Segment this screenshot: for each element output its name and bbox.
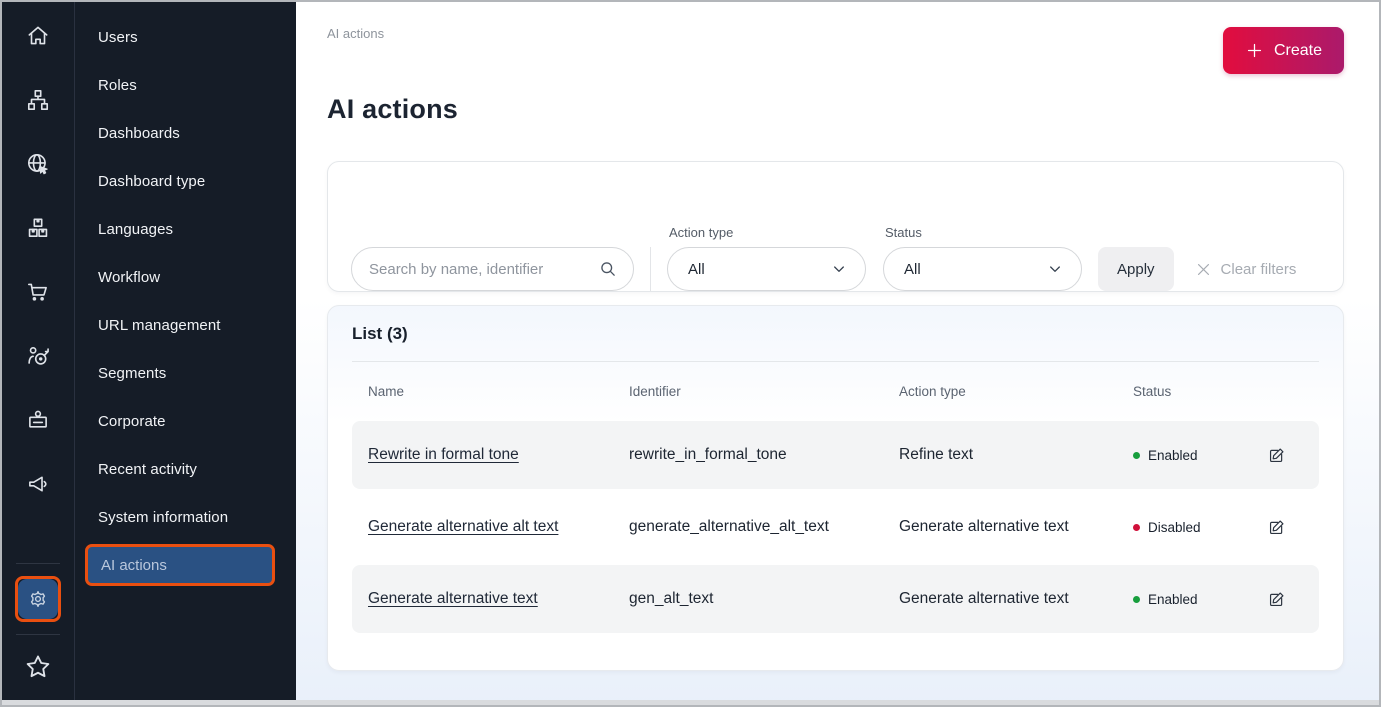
status-label: Disabled bbox=[1148, 520, 1201, 535]
close-icon bbox=[1195, 261, 1212, 278]
status-label: Status bbox=[883, 225, 1082, 240]
status-group: Status All bbox=[883, 225, 1082, 291]
sidebar-item-workflow[interactable]: Workflow bbox=[75, 253, 296, 301]
rail-bottom-section bbox=[2, 557, 74, 705]
action-type-group: Action type All bbox=[667, 225, 866, 291]
edit-icon[interactable] bbox=[1265, 444, 1288, 467]
row-identifier: rewrite_in_formal_tone bbox=[629, 446, 899, 464]
persona-target-icon[interactable] bbox=[2, 324, 74, 388]
sidebar-item-url-management[interactable]: URL management bbox=[75, 301, 296, 349]
sidebar-item-recent-activity[interactable]: Recent activity bbox=[75, 445, 296, 493]
table-header-row: Name Identifier Action type Status bbox=[352, 362, 1319, 421]
sidebar-item-system-information[interactable]: System information bbox=[75, 493, 296, 541]
apply-button[interactable]: Apply bbox=[1098, 247, 1174, 291]
cart-icon[interactable] bbox=[2, 260, 74, 324]
gear-icon[interactable] bbox=[18, 579, 58, 619]
row-identifier: gen_alt_text bbox=[629, 590, 899, 608]
star-icon[interactable] bbox=[23, 641, 53, 693]
edit-icon[interactable] bbox=[1265, 588, 1288, 611]
search-icon[interactable] bbox=[598, 259, 618, 279]
plus-icon bbox=[1245, 41, 1264, 60]
column-header-action-type: Action type bbox=[899, 384, 1133, 399]
action-type-select[interactable]: All bbox=[667, 247, 866, 291]
icon-rail bbox=[2, 2, 75, 705]
status-select[interactable]: All bbox=[883, 247, 1082, 291]
table-row: Generate alternative text gen_alt_text G… bbox=[352, 565, 1319, 633]
rail-divider bbox=[16, 634, 60, 635]
gear-highlight-annotation bbox=[15, 576, 61, 622]
megaphone-icon[interactable] bbox=[2, 452, 74, 516]
edit-icon[interactable] bbox=[1265, 516, 1288, 539]
status-label: Enabled bbox=[1148, 592, 1198, 607]
column-header-identifier: Identifier bbox=[629, 384, 899, 399]
home-icon[interactable] bbox=[2, 4, 74, 68]
status-dot bbox=[1133, 524, 1140, 531]
table-body: Rewrite in formal tone rewrite_in_formal… bbox=[352, 421, 1319, 633]
row-name-link[interactable]: Rewrite in formal tone bbox=[368, 446, 519, 463]
clear-filters-button[interactable]: Clear filters bbox=[1187, 247, 1305, 291]
status-badge: Enabled bbox=[1133, 448, 1253, 463]
action-type-label: Action type bbox=[667, 225, 866, 240]
sidebar-item-users[interactable]: Users bbox=[75, 13, 296, 61]
row-identifier: generate_alternative_alt_text bbox=[629, 518, 899, 536]
window-bottom-edge bbox=[2, 700, 1379, 705]
column-header-status: Status bbox=[1133, 384, 1253, 399]
globe-cursor-icon[interactable] bbox=[2, 132, 74, 196]
sitemap-icon[interactable] bbox=[2, 68, 74, 132]
boxes-icon[interactable] bbox=[2, 196, 74, 260]
list-panel: List (3) Name Identifier Action type Sta… bbox=[327, 305, 1344, 671]
main-content: AI actions Create AI actions Action type… bbox=[296, 2, 1379, 705]
filter-divider bbox=[650, 247, 651, 291]
action-type-value: All bbox=[688, 261, 705, 278]
page-title: AI actions bbox=[327, 94, 1344, 125]
status-dot bbox=[1133, 452, 1140, 459]
clear-filters-label: Clear filters bbox=[1221, 261, 1297, 278]
row-action-type: Generate alternative text bbox=[899, 590, 1133, 608]
badge-icon[interactable] bbox=[2, 388, 74, 452]
create-button-label: Create bbox=[1274, 42, 1322, 60]
list-heading: List (3) bbox=[352, 324, 1319, 344]
row-action-type: Refine text bbox=[899, 446, 1133, 464]
status-badge: Enabled bbox=[1133, 592, 1253, 607]
sidebar-item-dashboard-type[interactable]: Dashboard type bbox=[75, 157, 296, 205]
sidebar-item-segments[interactable]: Segments bbox=[75, 349, 296, 397]
row-name-link[interactable]: Generate alternative text bbox=[368, 590, 538, 607]
row-name-link[interactable]: Generate alternative alt text bbox=[368, 518, 558, 535]
status-value: All bbox=[904, 261, 921, 278]
sidebar-item-roles[interactable]: Roles bbox=[75, 61, 296, 109]
sidebar-item-corporate[interactable]: Corporate bbox=[75, 397, 296, 445]
status-badge: Disabled bbox=[1133, 520, 1253, 535]
sidebar-item-dashboards[interactable]: Dashboards bbox=[75, 109, 296, 157]
sidebar-item-languages[interactable]: Languages bbox=[75, 205, 296, 253]
breadcrumb: AI actions bbox=[327, 24, 384, 41]
table-row: Generate alternative alt text generate_a… bbox=[352, 493, 1319, 561]
sidebar-item-ai-actions-wrap: AI actions bbox=[75, 541, 296, 589]
status-dot bbox=[1133, 596, 1140, 603]
status-label: Enabled bbox=[1148, 448, 1198, 463]
app-window: Users Roles Dashboards Dashboard type La… bbox=[0, 0, 1381, 707]
create-button[interactable]: Create bbox=[1223, 27, 1344, 74]
sidebar-item-ai-actions[interactable]: AI actions bbox=[85, 544, 275, 586]
chevron-down-icon bbox=[1047, 261, 1063, 277]
topbar: AI actions Create bbox=[327, 2, 1344, 76]
chevron-down-icon bbox=[831, 261, 847, 277]
search-input[interactable] bbox=[351, 247, 634, 291]
row-action-type: Generate alternative text bbox=[899, 518, 1133, 536]
settings-sidebar: Users Roles Dashboards Dashboard type La… bbox=[75, 2, 296, 705]
table-row: Rewrite in formal tone rewrite_in_formal… bbox=[352, 421, 1319, 489]
rail-divider bbox=[16, 563, 60, 564]
filter-panel: Action type All Status All Apply Clear f… bbox=[327, 161, 1344, 292]
search-wrap bbox=[351, 247, 634, 291]
column-header-name: Name bbox=[352, 384, 629, 399]
